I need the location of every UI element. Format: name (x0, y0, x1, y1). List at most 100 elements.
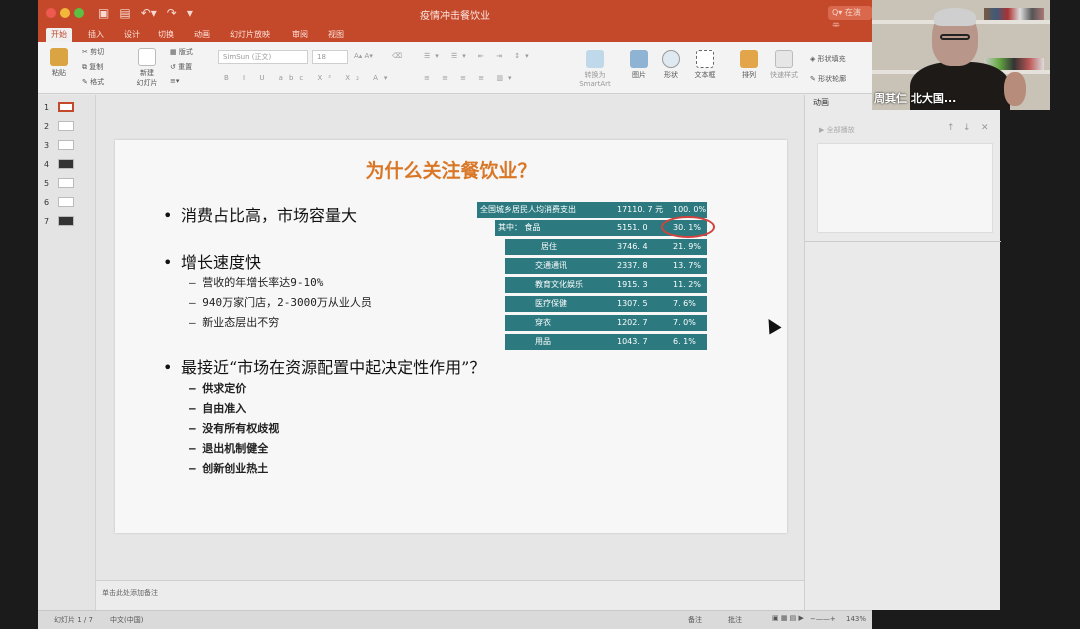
format-painter-button[interactable]: ✎ 格式 (82, 77, 104, 87)
table-cell-value: 17110. 7 元 (617, 205, 664, 214)
growth-sub-3: – 新业态层出不穷 (189, 316, 280, 329)
play-all-button[interactable]: ▶ 全部播放 (819, 125, 855, 135)
tab-view[interactable]: 视图 (328, 29, 344, 40)
shape-button[interactable]: 形状 (658, 50, 684, 80)
close-icon[interactable]: ✕ (981, 123, 989, 133)
notes-toggle-button[interactable]: 备注 (688, 615, 702, 625)
table-cell-pct: 6. 1% (673, 337, 696, 346)
slide-thumbnail-1[interactable] (58, 102, 74, 112)
animation-pane: 动画 ▶ 全部播放 ↑ ↓ ✕ (804, 95, 1001, 610)
highlight-circle (661, 216, 715, 238)
table-cell-pct: 11. 2% (673, 280, 701, 289)
bullet-consumption[interactable]: • 消费占比高，市场容量大 (163, 202, 357, 226)
table-row: 医疗保健 1307. 5 7. 6% (505, 296, 707, 312)
table-cell-label: 交通通讯 (535, 261, 567, 270)
move-up-icon[interactable]: ↑ (947, 123, 955, 133)
paste-button[interactable]: 粘贴 (46, 48, 72, 78)
zoom-level[interactable]: 143% (846, 615, 866, 623)
font-size-select[interactable]: 18 (312, 50, 348, 64)
reset-button[interactable]: ↺ 重置 (170, 62, 192, 72)
font-grow-icon[interactable]: A▴ A▾ (354, 52, 373, 60)
textbox-icon (696, 50, 714, 68)
slide-number: 2 (44, 122, 50, 131)
shape-outline-button[interactable]: ✎ 形状轮廓 (810, 74, 846, 84)
slide-thumbnail-5[interactable] (58, 178, 74, 188)
smartart-icon (586, 50, 604, 68)
table-cell-pct: 7. 6% (673, 299, 696, 308)
bullet-dot-icon: • (163, 206, 173, 225)
animation-list[interactable] (817, 143, 993, 233)
move-down-icon[interactable]: ↓ (963, 123, 971, 133)
scissors-icon: ✂ (82, 48, 91, 56)
zoom-slider[interactable]: −——+ (810, 615, 836, 623)
copy-button[interactable]: ⧉ 复制 (82, 62, 103, 72)
participant-name: 周其仁 北大国... (874, 92, 957, 105)
status-bar: 幻灯片 1 / 7 中文(中国) 备注 批注 ▣ ▦ ▤ ▶ −——+ 143% (38, 610, 872, 629)
font-style-buttons[interactable]: B I U abc X² X₂ A▾ (224, 74, 393, 82)
clipboard-icon (50, 48, 68, 66)
textbox-button[interactable]: 文本框 (690, 50, 720, 80)
cut-button[interactable]: ✂ 剪切 (82, 47, 104, 57)
market-sub-3: – 没有所有权歧视 (189, 422, 280, 435)
table-cell-value: 1915. 3 (617, 280, 648, 289)
table-cell-label: 穿衣 (535, 318, 551, 327)
slide-number: 5 (44, 179, 50, 188)
layout-button[interactable]: ▦ 版式 (170, 47, 193, 57)
arrange-button[interactable]: 排列 (736, 50, 762, 80)
slide-thumbnail-2[interactable] (58, 121, 74, 131)
tab-transitions[interactable]: 切换 (158, 29, 174, 40)
bullet-market[interactable]: • 最接近“市场在资源配置中起决定性作用”？ (163, 354, 485, 378)
slide-thumbnail-3[interactable] (58, 140, 74, 150)
slide-title[interactable]: 为什么关注餐饮业？ (115, 156, 787, 183)
new-slide-icon (138, 48, 156, 66)
tab-review[interactable]: 审阅 (292, 29, 308, 40)
slide-thumbnail-4[interactable] (58, 159, 74, 169)
hand (1004, 72, 1026, 106)
list-buttons[interactable]: ☰▾ ☰▾ ⇤ ⇥ ↕▾ (424, 52, 534, 60)
ribbon-toolbar: 粘贴 ✂ 剪切 ⧉ 复制 ✎ 格式 新建 幻灯片 ▦ 版式 ↺ 重置 ≡▾ Si… (38, 42, 872, 94)
comments-toggle-button[interactable]: 批注 (728, 615, 742, 625)
shape-fill-button[interactable]: ◈ 形状填充 (810, 54, 846, 64)
table-row: 穿衣 1202. 7 7. 0% (505, 315, 707, 331)
notes-field[interactable]: 单击此处添加备注 (96, 580, 804, 610)
slide-number: 4 (44, 160, 50, 169)
clear-format-icon[interactable]: ⌫ (392, 52, 402, 60)
bookshelf-books (984, 8, 1044, 20)
table-cell-label: 居住 (541, 242, 557, 251)
search-input[interactable]: Q▾ 在演示... (828, 6, 872, 31)
bullet-growth[interactable]: • 增长速度快 (163, 249, 261, 273)
section-button[interactable]: ≡▾ (170, 77, 179, 85)
title-bar: ▣ ▤ ↶▾ ↷ ▾ 疫情冲击餐饮业 Q▾ 在演示... (38, 0, 872, 31)
table-cell-label: 医疗保健 (535, 299, 567, 308)
table-row: 教育文化娱乐 1915. 3 11. 2% (505, 277, 707, 293)
table-row: 全国城乡居民人均消费支出 17110. 7 元 100. 0% (477, 202, 707, 218)
person-hair (934, 8, 976, 26)
market-sub-1: – 供求定价 (189, 382, 247, 395)
arrange-icon (740, 50, 758, 68)
tab-design[interactable]: 设计 (124, 29, 140, 40)
tab-insert[interactable]: 插入 (88, 29, 104, 40)
slide-thumbnail-6[interactable] (58, 197, 74, 207)
section-icon: ≡▾ (170, 77, 180, 85)
ribbon-tabs: 开始 插入 设计 切换 动画 幻灯片放映 审阅 视图 (38, 27, 872, 42)
language-indicator[interactable]: 中文(中国) (110, 615, 143, 625)
normal-view-icon[interactable]: ▣ ▦ ▤ ▶ (772, 614, 804, 622)
slide-thumbnail-7[interactable] (58, 216, 74, 226)
slide-number: 7 (44, 217, 50, 226)
table-cell-value: 2337. 8 (617, 261, 648, 270)
font-name-select[interactable]: SimSun (正文) (218, 50, 308, 64)
tab-animations[interactable]: 动画 (194, 29, 210, 40)
picture-button[interactable]: 图片 (626, 50, 652, 80)
table-cell-label: 其中： 食品 (498, 223, 541, 232)
glasses-icon (940, 34, 970, 40)
tab-home[interactable]: 开始 (46, 28, 72, 42)
tab-slideshow[interactable]: 幻灯片放映 (230, 29, 270, 40)
new-slide-button[interactable]: 新建 幻灯片 (132, 48, 162, 88)
quick-styles-button[interactable]: 快速样式 (768, 50, 800, 80)
pen-icon: ✎ (810, 75, 819, 83)
table-cell-label: 教育文化娱乐 (535, 280, 583, 289)
slide-canvas[interactable]: 为什么关注餐饮业？ • 消费占比高，市场容量大 • 增长速度快 – 营收的年增长率达… (115, 140, 787, 533)
align-buttons[interactable]: ≡ ≡ ≡ ≡ ▥▾ (424, 74, 517, 82)
convert-smartart-button[interactable]: 转换为 SmartArt (578, 50, 612, 88)
quick-styles-icon (775, 50, 793, 68)
